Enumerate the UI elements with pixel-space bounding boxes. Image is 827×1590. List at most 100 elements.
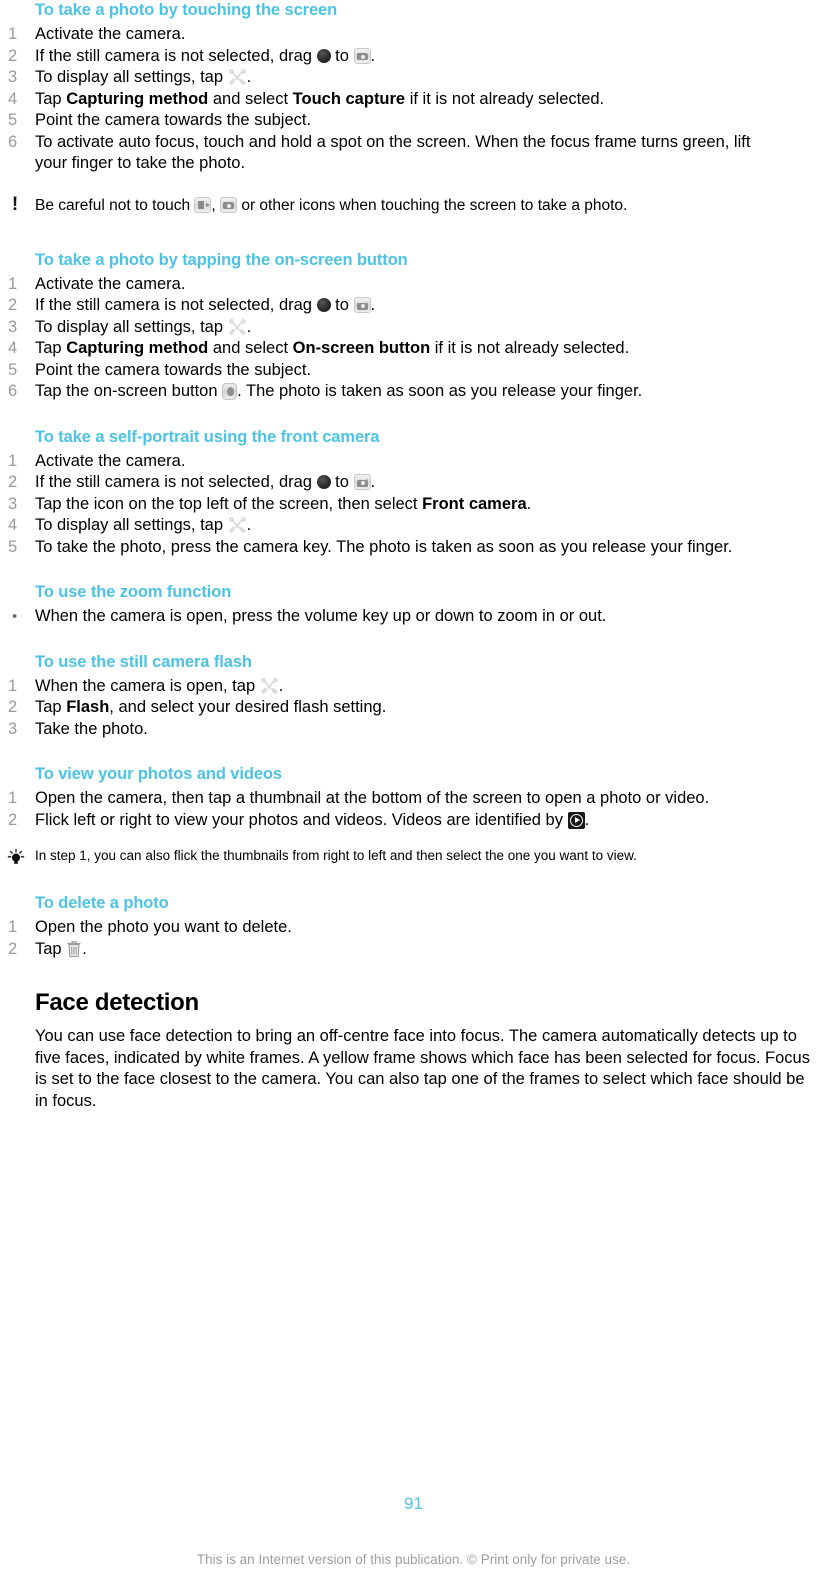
- list-item: 1 When the camera is open, tap .: [0, 676, 827, 698]
- still-camera-icon: [353, 297, 371, 313]
- step-text: to: [330, 46, 354, 65]
- step-text: .: [278, 676, 284, 695]
- footer-copyright-note: This is an Internet version of this publ…: [196, 1552, 631, 1567]
- step-number: 5: [8, 537, 18, 556]
- step-text: To activate auto focus, touch and hold a…: [35, 132, 751, 173]
- settings-tools-icon: [260, 677, 279, 695]
- mode-knob-icon: [316, 48, 331, 63]
- settings-tools-icon: [228, 516, 247, 534]
- list-item: 5 To take the photo, press the camera ke…: [0, 537, 827, 559]
- list-item: 6 Tap the on-screen button . The photo i…: [0, 381, 827, 403]
- mode-knob-icon: [316, 298, 331, 312]
- steps-touch-screen: 1 Activate the camera. 2 If the still ca…: [0, 24, 827, 175]
- step-emphasis: Capturing method: [66, 89, 209, 108]
- exclamation-icon: !: [11, 193, 19, 215]
- list-item: 4 Tap Capturing method and select On-scr…: [0, 338, 827, 360]
- step-number: 3: [8, 68, 18, 86]
- heading-view-photos-videos: To view your photos and videos: [35, 765, 282, 783]
- list-item: 3 To display all settings, tap .: [0, 67, 827, 89]
- step-number: 2: [8, 46, 18, 65]
- step-number: 5: [8, 360, 18, 379]
- step-number: 2: [8, 810, 18, 829]
- list-item: 4 Tap Capturing method and select Touch …: [0, 89, 827, 111]
- step-text: Tap the on-screen button: [35, 382, 223, 400]
- list-item: 2 Tap .: [0, 939, 827, 961]
- list-item: 4 To display all settings, tap .: [0, 515, 827, 537]
- step-text: If the still camera is not selected, dra…: [35, 46, 317, 65]
- step-text: .: [246, 68, 252, 86]
- list-item: 2 Flick left or right to view your photo…: [0, 810, 827, 832]
- heading-touch-screen: To take a photo by touching the screen: [35, 1, 338, 19]
- heading-face-detection: Face detection: [35, 989, 199, 1016]
- step-number: 1: [8, 676, 18, 695]
- step-emphasis: On-screen button: [292, 339, 431, 357]
- step-text: Tap: [35, 698, 67, 716]
- list-item: 1 Open the camera, then tap a thumbnail …: [0, 788, 827, 810]
- face-detection-paragraph: You can use face detection to bring an o…: [35, 1027, 810, 1110]
- heading-on-screen-button: To take a photo by tapping the on-screen…: [35, 250, 408, 269]
- step-text: .: [246, 317, 252, 336]
- step-text: Tap: [35, 939, 67, 958]
- step-number: 6: [8, 132, 18, 151]
- step-emphasis: Touch capture: [292, 89, 406, 108]
- step-number: 5: [8, 111, 18, 129]
- note-block: ! Be careful not to touch , or other ico…: [0, 193, 827, 216]
- step-number: 4: [8, 89, 18, 108]
- note-text-post: or other icons when touching the screen …: [237, 196, 628, 214]
- step-text: To display all settings, tap: [35, 68, 228, 86]
- still-camera-icon: [220, 196, 238, 213]
- step-number: 3: [8, 317, 18, 336]
- step-number: 6: [8, 382, 18, 400]
- list-item: 2 Tap Flash, and select your desired fla…: [0, 697, 827, 719]
- heading-still-camera-flash: To use the still camera flash: [35, 652, 252, 671]
- step-text: To display all settings, tap: [35, 317, 228, 336]
- step-text: Activate the camera.: [35, 451, 186, 470]
- note-text-mid: ,: [211, 196, 221, 214]
- step-text: if it is not already selected.: [430, 339, 630, 357]
- heading-zoom-function: To use the zoom function: [35, 583, 232, 601]
- step-text: .: [370, 296, 376, 314]
- step-text: to: [330, 473, 354, 491]
- step-number: 1: [8, 25, 18, 43]
- list-item: 3 To display all settings, tap .: [0, 317, 827, 339]
- step-text: When the camera is open, tap: [35, 676, 260, 695]
- page-content: To take a photo by touching the screen 1…: [0, 0, 827, 1112]
- step-text: Point the camera towards the subject.: [35, 111, 312, 129]
- step-text: .: [584, 810, 590, 829]
- step-number: 4: [8, 516, 18, 534]
- manual-page: To take a photo by touching the screen 1…: [0, 0, 827, 1590]
- step-number: 4: [8, 339, 18, 357]
- step-text: Take the photo.: [35, 719, 148, 738]
- steps-view-photos-videos: 1 Open the camera, then tap a thumbnail …: [0, 788, 827, 831]
- list-item: 2 If the still camera is not selected, d…: [0, 472, 827, 494]
- step-number: 2: [8, 939, 18, 958]
- step-emphasis: Front camera: [422, 494, 527, 513]
- list-item: 5 Point the camera towards the subject.: [0, 110, 827, 132]
- list-item: 1 Activate the camera.: [0, 24, 827, 46]
- step-number: 2: [8, 698, 18, 716]
- note-text: Be careful not to touch , or other icons…: [35, 196, 628, 214]
- step-text: To display all settings, tap: [35, 516, 228, 534]
- heading-self-portrait: To take a self-portrait using the front …: [35, 427, 380, 446]
- step-number: 1: [8, 789, 18, 807]
- list-item: 2 If the still camera is not selected, d…: [0, 46, 827, 68]
- step-text: Point the camera towards the subject.: [35, 360, 312, 379]
- note-text-pre: Be careful not to touch: [35, 196, 195, 214]
- steps-self-portrait: 1 Activate the camera. 2 If the still ca…: [0, 451, 827, 559]
- step-number: 3: [8, 494, 18, 513]
- mode-knob-icon: [316, 475, 331, 489]
- step-text: .: [82, 939, 87, 958]
- step-number: 2: [8, 473, 18, 491]
- step-text: To take the photo, press the camera key.…: [35, 537, 733, 556]
- step-text: If the still camera is not selected, dra…: [35, 296, 317, 314]
- step-number: 1: [8, 918, 18, 936]
- steps-delete-photo: 1 Open the photo you want to delete. 2 T…: [0, 917, 827, 960]
- step-text: Open the camera, then tap a thumbnail at…: [35, 789, 710, 807]
